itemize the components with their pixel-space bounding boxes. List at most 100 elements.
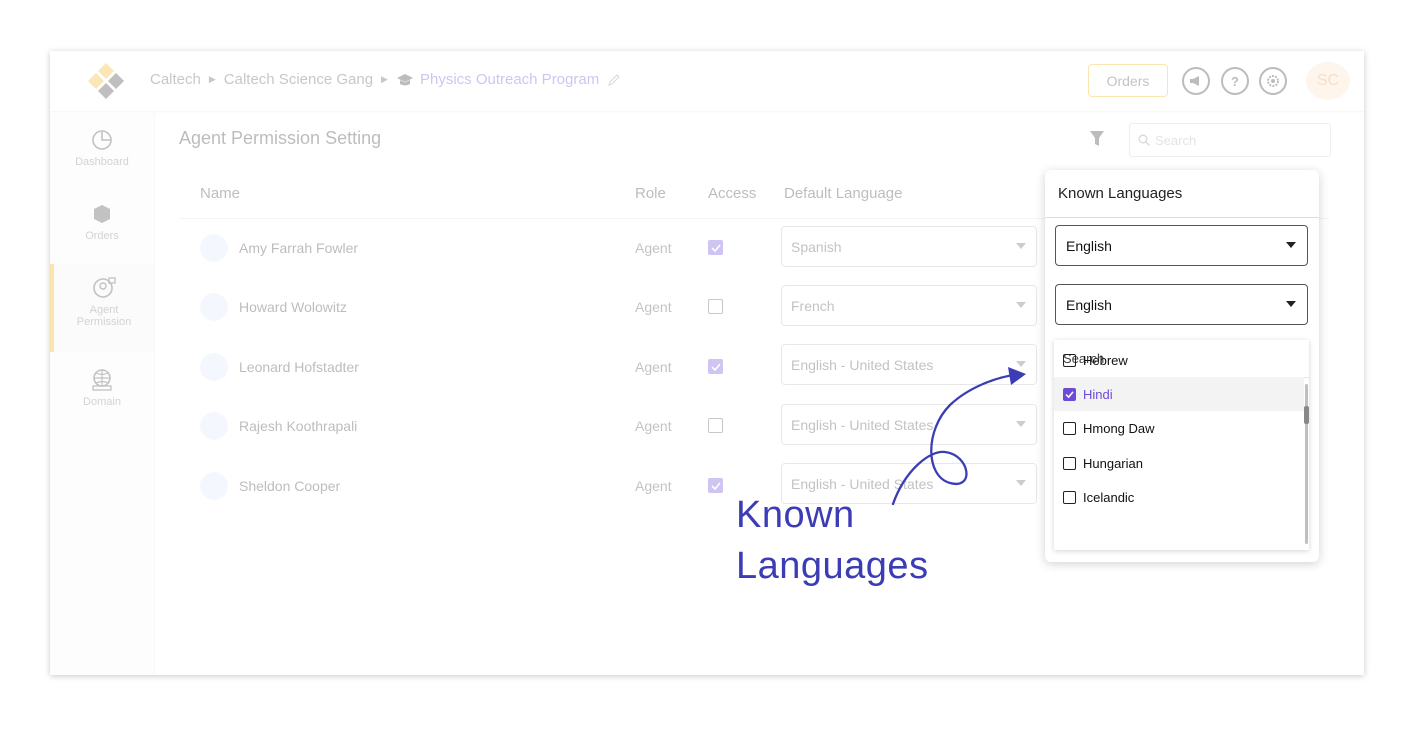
access-checkbox[interactable] [708,478,723,493]
agent-role: Agent [635,359,672,375]
checkbox[interactable] [1063,387,1076,401]
table-row-name: Rajesh Koothrapali [200,412,357,440]
scrollbar-thumb[interactable] [1304,406,1309,424]
settings-icon[interactable] [1259,67,1287,95]
option-label: Hungarian [1083,455,1143,471]
default-language-select[interactable]: Spanish [781,226,1037,267]
top-bar: Caltech ▶ Caltech Science Gang ▶ Physics… [50,51,1364,112]
sidebar-item-label: Orders [85,230,119,242]
logo-icon [88,63,124,99]
breadcrumb-item[interactable]: Caltech Science Gang [224,71,373,88]
caret-down-icon [1016,243,1026,249]
orders-button[interactable]: Orders [1088,64,1168,97]
sidebar: Dashboard Orders Agent Permission Domain [50,112,155,675]
selected-language: English - United States [791,416,934,433]
page-title: Agent Permission Setting [179,128,382,148]
known-languages-popup: Known Languages English English Search H… [1045,170,1319,562]
agent-name: Rajesh Koothrapali [239,418,358,434]
table-row-name: Sheldon Cooper [200,472,340,500]
agent-permission-icon [93,277,116,298]
edit-icon[interactable] [607,73,621,87]
chevron-right-icon: ▶ [381,74,388,84]
user-avatar-icon [200,412,228,440]
access-checkbox[interactable] [708,299,723,314]
annotation-label: Known Languages [736,490,929,592]
sidebar-item-label: Domain [83,396,121,408]
default-language-select[interactable]: English - United States [781,344,1037,385]
column-header-name: Name [200,185,241,202]
caret-down-icon [1016,421,1026,427]
access-checkbox[interactable] [708,359,723,374]
caret-down-icon [1286,301,1296,307]
agent-name: Leonard Hofstadter [239,359,359,375]
filter-icon[interactable] [1090,131,1104,147]
caret-down-icon [1286,242,1296,248]
dashboard-icon [92,130,112,150]
language-option-hebrew[interactable]: Hebrew [1054,343,1304,377]
help-icon[interactable]: ? [1221,67,1249,95]
option-label: Icelandic [1083,489,1135,505]
column-header-access: Access [708,185,757,202]
checkbox[interactable] [1063,490,1076,504]
popup-divider [1045,217,1319,218]
graduation-cap-icon [396,73,413,85]
annotation-line: Languages [736,545,929,587]
access-checkbox[interactable] [708,240,723,255]
selected-language: English [1066,296,1112,313]
agent-role: Agent [635,240,672,256]
user-avatar-icon [200,353,228,381]
search-input[interactable]: Search [1129,123,1331,157]
sidebar-item-agent-permission[interactable]: Agent Permission [50,264,154,352]
option-label: Hebrew [1083,352,1128,368]
language-option-icelandic[interactable]: Icelandic [1054,480,1304,514]
sidebar-item-domain[interactable]: Domain [50,368,154,408]
caret-down-icon [1016,480,1026,486]
language-option-hindi[interactable]: Hindi [1054,377,1304,411]
language-dropdown-list: Search Hebrew Hindi Hmong Daw Hungarian … [1054,340,1309,550]
default-language-select[interactable]: English - United States [781,404,1037,445]
sidebar-item-orders[interactable]: Orders [50,202,154,242]
agent-role: Agent [635,299,672,315]
table-row-name: Leonard Hofstadter [200,353,359,381]
selected-language: French [791,297,835,314]
checkbox[interactable] [1063,456,1076,470]
table-row-name: Howard Wolowitz [200,293,347,321]
box-icon [94,205,110,223]
agent-name: Sheldon Cooper [239,478,341,494]
checkbox[interactable] [1063,421,1076,435]
annotation-line: Known [736,494,855,536]
access-checkbox[interactable] [708,418,723,433]
column-header-role: Role [635,185,666,202]
sidebar-item-label: Agent Permission [76,304,132,328]
caret-down-icon [1016,361,1026,367]
checkbox[interactable] [1063,353,1076,367]
option-label: Hindi [1083,386,1113,402]
known-language-select-1[interactable]: English [1055,225,1308,266]
known-language-select-2[interactable]: English [1055,284,1308,325]
breadcrumb: Caltech ▶ Caltech Science Gang ▶ Physics… [150,71,621,88]
user-avatar-icon [200,472,228,500]
user-avatar-icon [200,293,228,321]
user-avatar[interactable]: SC [1306,62,1350,100]
language-option-hungarian[interactable]: Hungarian [1054,446,1304,480]
selected-language: English - United States [791,356,934,373]
agent-role: Agent [635,478,672,494]
language-option-hmong-daw[interactable]: Hmong Daw [1054,411,1304,445]
selected-language: English [1066,237,1112,254]
search-icon [1138,134,1150,146]
megaphone-icon[interactable] [1182,67,1210,95]
sidebar-item-dashboard[interactable]: Dashboard [50,128,154,168]
table-row-name: Amy Farrah Fowler [200,234,358,262]
agent-role: Agent [635,418,672,434]
breadcrumb-current: Physics Outreach Program [419,71,600,88]
default-language-select[interactable]: French [781,285,1037,326]
chevron-right-icon: ▶ [208,74,216,84]
breadcrumb-item[interactable]: Caltech [150,71,201,88]
option-label: Hmong Daw [1083,420,1155,436]
search-placeholder: Search [1155,132,1197,148]
user-avatar-icon [200,234,228,262]
caret-down-icon [1016,302,1026,308]
column-header-default-language: Default Language [784,185,903,202]
popup-title: Known Languages [1058,185,1183,202]
sidebar-item-label: Dashboard [75,156,129,168]
